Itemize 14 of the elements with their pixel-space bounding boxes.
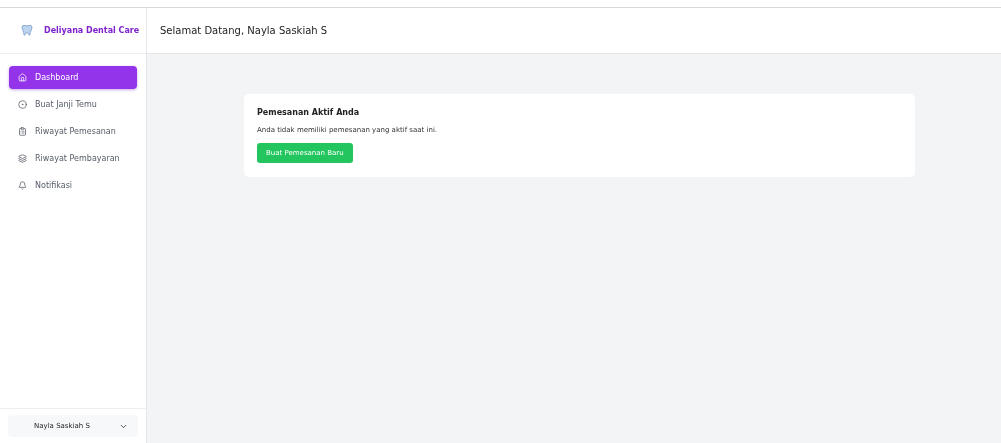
circle-icon — [18, 100, 27, 109]
brand-name: Deliyana Dental Care — [44, 26, 140, 35]
card-title: Pemesanan Aktif Anda — [257, 108, 360, 117]
sidebar-item[interactable]: Buat Janji Temu — [9, 93, 137, 116]
sidebar-item[interactable]: Riwayat Pemesanan — [9, 120, 137, 143]
sidebar-item[interactable]: Riwayat Pembayaran — [9, 147, 137, 170]
home-icon — [18, 73, 27, 82]
sidebar-item[interactable]: Dashboard — [9, 66, 137, 89]
welcome-header: Selamat Datang, Nayla Saskiah S — [147, 8, 1001, 54]
bell-icon — [18, 181, 27, 190]
tooth-logo-icon — [20, 24, 36, 37]
sidebar-item[interactable]: Notifikasi — [9, 174, 137, 197]
clipboard-icon — [18, 127, 27, 136]
cards-icon — [18, 154, 27, 163]
